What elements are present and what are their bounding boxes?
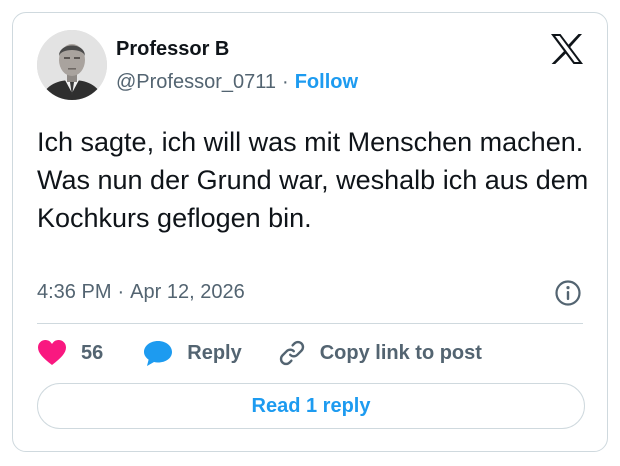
avatar-portrait-image	[37, 30, 107, 100]
speech-bubble-icon	[144, 341, 173, 366]
separator-dot: ·	[282, 71, 289, 93]
tweet-date: Apr 12, 2026	[130, 281, 245, 303]
link-icon	[279, 340, 304, 366]
read-replies-button[interactable]: Read 1 reply	[37, 383, 585, 429]
tweet-card: Professor B @Professor_0711 · Follow Ich s…	[12, 12, 608, 452]
tweet-time: 4:36 PM	[37, 281, 112, 303]
separator-dot: ·	[117, 281, 125, 303]
like-button[interactable]: 56	[37, 339, 103, 367]
reply-button[interactable]: Reply	[143, 339, 242, 367]
action-bar: 56 Reply Copy link to post	[37, 335, 482, 371]
heart-icon	[38, 340, 66, 365]
tweet-text: Ich sagte, ich will was mit Menschen mac…	[37, 127, 589, 233]
avatar[interactable]	[37, 30, 107, 100]
reply-label: Reply	[187, 341, 242, 364]
copy-link-button[interactable]: Copy link to post	[278, 339, 482, 367]
author-handle[interactable]: @Professor_0711	[116, 71, 276, 93]
author-handle-row: @Professor_0711 · Follow	[116, 70, 358, 94]
like-count: 56	[81, 341, 104, 364]
tweet-timestamp[interactable]: 4:36 PM · Apr 12, 2026	[37, 279, 245, 305]
x-logo-icon[interactable]	[550, 33, 584, 65]
author-name[interactable]: Professor B	[116, 37, 229, 61]
info-icon[interactable]	[554, 279, 582, 307]
divider	[37, 323, 583, 324]
follow-button[interactable]: Follow	[295, 71, 358, 93]
copy-link-label: Copy link to post	[319, 341, 482, 364]
